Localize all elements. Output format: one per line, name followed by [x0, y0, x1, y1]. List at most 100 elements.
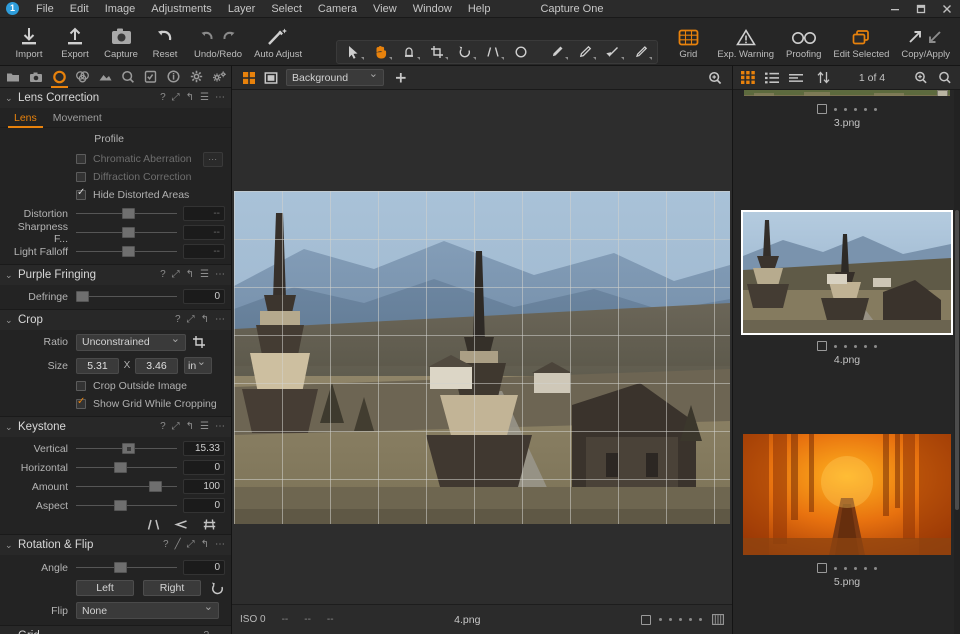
gradient-mask-tool[interactable]	[599, 41, 627, 63]
menu-icon[interactable]: ☰	[200, 270, 209, 280]
capture-tab[interactable]	[25, 66, 48, 88]
collapse-chevron-icon[interactable]: ⌄	[5, 422, 15, 433]
size-width-input[interactable]: 5.31	[76, 357, 119, 374]
hide-distorted-areas-checkbox[interactable]	[76, 187, 86, 200]
reset-icon[interactable]: ↰	[201, 315, 209, 325]
main-photo[interactable]	[234, 191, 730, 524]
thumbnail-grid-icon[interactable]	[741, 71, 755, 84]
plus-icon[interactable]	[390, 67, 412, 89]
draw-mask-brush-tool[interactable]	[543, 41, 571, 63]
keystone-vertical-icon[interactable]	[146, 518, 161, 531]
light-falloff-value[interactable]: --	[183, 244, 225, 259]
output-tab[interactable]	[185, 66, 208, 88]
keystone-horizontal-slider[interactable]	[76, 458, 177, 477]
adjustments-tab[interactable]	[139, 66, 162, 88]
crop-outside-checkbox[interactable]	[76, 381, 86, 391]
multi-view-icon[interactable]	[238, 67, 260, 89]
thumbnail-item-4[interactable]: 4.png	[733, 210, 960, 366]
thumbnail-image-5[interactable]	[741, 432, 953, 557]
background-select[interactable]: Background	[286, 67, 384, 86]
pan-hand-tool[interactable]	[367, 41, 395, 63]
thumbnail-meta-3[interactable]	[733, 102, 960, 116]
keystone-aspect-value[interactable]: 0	[183, 498, 225, 513]
rating-dots[interactable]	[834, 344, 877, 348]
size-height-input[interactable]: 3.46	[135, 357, 178, 374]
diffraction-correction-row[interactable]: Diffraction Correction	[0, 168, 231, 186]
minimize-button[interactable]	[882, 0, 908, 18]
sort-updown-icon[interactable]	[817, 71, 830, 84]
menu-item-camera[interactable]: Camera	[310, 0, 365, 18]
library-tab[interactable]	[2, 66, 25, 88]
chromatic-aberration-checkbox[interactable]	[76, 154, 86, 164]
more-icon[interactable]: ⋯	[215, 315, 225, 325]
menu-item-image[interactable]: Image	[97, 0, 144, 18]
expand-icon[interactable]: ⤢	[172, 270, 180, 280]
search-icon[interactable]	[938, 71, 952, 84]
crop-outside-row[interactable]: Crop Outside Image	[0, 377, 231, 395]
diffraction-correction-checkbox[interactable]	[76, 172, 86, 182]
lens-correction-header[interactable]: ⌄ Lens Correction ? ⤢ ↰ ☰ ⋯	[0, 88, 231, 108]
subtab-movement[interactable]: Movement	[45, 109, 110, 127]
select-square-icon[interactable]	[817, 341, 827, 351]
sharpness-value[interactable]: --	[183, 225, 225, 240]
browser-scrollbar[interactable]	[954, 90, 960, 634]
crop-tool[interactable]	[423, 41, 451, 63]
help-icon[interactable]: ?	[160, 93, 166, 103]
color-tab[interactable]	[71, 66, 94, 88]
size-unit-select[interactable]: in	[184, 355, 212, 374]
hide-distorted-areas-row[interactable]: Hide Distorted Areas	[0, 186, 231, 204]
export-button[interactable]: Export	[52, 18, 98, 66]
details-tab[interactable]	[117, 66, 140, 88]
rotation-flip-header[interactable]: ⌄ Rotation & Flip ? ╱ ⤢ ↰ ⋯	[0, 535, 231, 555]
more-icon[interactable]: ⋯	[215, 540, 225, 550]
reset-icon[interactable]: ↰	[186, 93, 194, 103]
expand-icon[interactable]: ⤢	[172, 93, 180, 103]
help-icon[interactable]: ?	[175, 315, 181, 325]
batch-tab[interactable]	[208, 66, 231, 88]
keystone-amount-slider[interactable]	[76, 477, 177, 496]
maximize-button[interactable]	[908, 0, 934, 18]
exposure-tab[interactable]	[94, 66, 117, 88]
exposure-warning-button[interactable]: Exp. Warning	[711, 18, 780, 66]
keystone-header[interactable]: ⌄ Keystone ? ⤢ ↰ ☰ ⋯	[0, 417, 231, 437]
subtab-lens[interactable]: Lens	[6, 109, 45, 128]
select-square-icon[interactable]	[817, 563, 827, 573]
angle-slider[interactable]	[76, 558, 177, 577]
collapse-chevron-icon[interactable]: ⌄	[5, 270, 15, 281]
detail-view-icon[interactable]	[789, 72, 803, 84]
distortion-slider[interactable]	[76, 204, 177, 223]
chromatic-aberration-row[interactable]: Chromatic Aberration ⋯	[0, 150, 231, 168]
menu-item-file[interactable]: File	[28, 0, 62, 18]
rotate-tool[interactable]	[451, 41, 479, 63]
keystone-vertical-slider[interactable]	[76, 439, 177, 458]
reset-button[interactable]: Reset	[142, 18, 188, 66]
heal-brush-tool[interactable]	[627, 41, 655, 63]
select-arrow-tool[interactable]	[339, 41, 367, 63]
collapse-chevron-icon[interactable]: ⌄	[5, 540, 15, 551]
collapse-chevron-icon[interactable]: ⌄	[5, 315, 15, 326]
ellipse-mask-tool[interactable]	[507, 41, 535, 63]
expand-icon[interactable]: ⤢	[187, 540, 195, 550]
spot-removal-tool[interactable]	[395, 41, 423, 63]
collapse-chevron-icon[interactable]: ⌄	[5, 93, 15, 104]
reset-icon[interactable]: ↰	[186, 270, 194, 280]
thumbnail-item-5[interactable]: 5.png	[733, 432, 960, 588]
zoom-icon[interactable]	[914, 71, 928, 84]
keystone-tool[interactable]	[479, 41, 507, 63]
auto-adjust-button[interactable]: Auto Adjust	[248, 18, 308, 66]
rating-dots[interactable]	[834, 566, 877, 570]
erase-mask-tool[interactable]	[571, 41, 599, 63]
select-square-icon[interactable]	[817, 104, 827, 114]
proofing-button[interactable]: Proofing	[780, 18, 827, 66]
angle-value[interactable]: 0	[183, 560, 225, 575]
straighten-icon[interactable]: ╱	[175, 540, 181, 550]
crop-tool-button[interactable]	[186, 335, 212, 349]
help-icon[interactable]: ?	[163, 540, 169, 550]
list-view-icon[interactable]	[765, 72, 779, 84]
expand-icon[interactable]: ⤢	[187, 315, 195, 325]
collapse-chevron-icon[interactable]: ⌄	[5, 631, 15, 634]
keystone-aspect-slider[interactable]	[76, 496, 177, 515]
select-square-icon[interactable]	[641, 614, 651, 625]
keystone-horizontal-value[interactable]: 0	[183, 460, 225, 475]
reset-icon[interactable]: ↰	[201, 540, 209, 550]
